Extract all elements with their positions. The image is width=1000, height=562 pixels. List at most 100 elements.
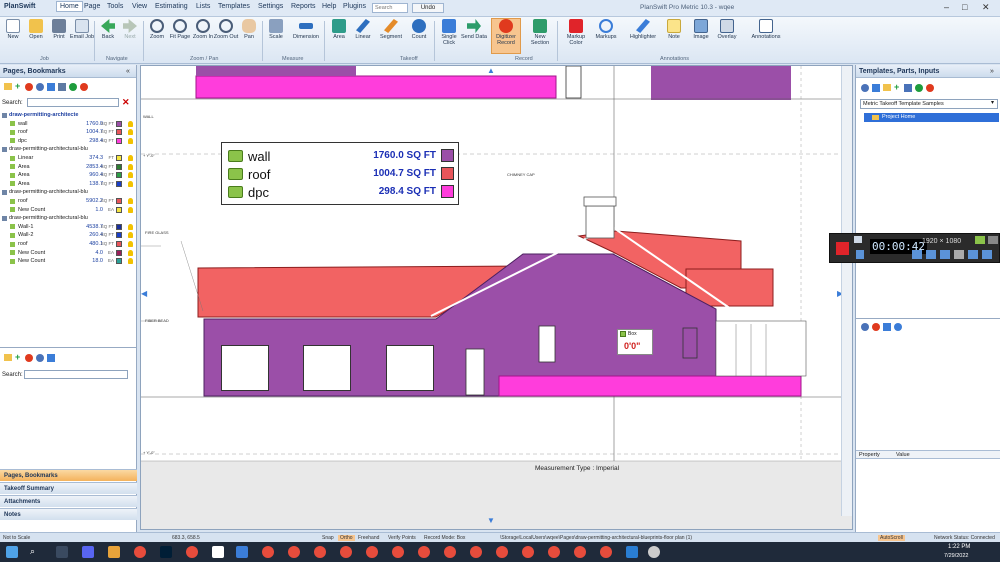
- tab-takeoff-summary[interactable]: Takeoff Summary: [0, 482, 137, 494]
- tab-notes[interactable]: Notes: [0, 508, 137, 520]
- tab-pages-bookmarks[interactable]: Pages, Bookmarks: [0, 469, 137, 481]
- webcam-icon[interactable]: [940, 250, 950, 259]
- chrome-icon[interactable]: [418, 546, 430, 558]
- close-icon[interactable]: ✕: [982, 2, 990, 13]
- add-circle-icon[interactable]: [915, 84, 923, 92]
- markups-button[interactable]: Markups: [593, 19, 619, 40]
- fullscreen-icon[interactable]: [975, 236, 985, 244]
- visibility-bulb-icon[interactable]: [128, 241, 133, 247]
- menu-plugins[interactable]: Plugins: [343, 3, 366, 10]
- color-swatch[interactable]: [116, 137, 122, 144]
- color-swatch[interactable]: [116, 223, 122, 230]
- single-click-button[interactable]: Single Click: [436, 19, 462, 46]
- gear-icon[interactable]: [861, 84, 869, 92]
- scale-button[interactable]: Scale: [263, 19, 289, 40]
- planswift-taskbar-icon[interactable]: [626, 546, 638, 558]
- send-data-button[interactable]: Send Data: [461, 19, 487, 40]
- color-swatch[interactable]: [116, 198, 122, 204]
- visibility-bulb-icon[interactable]: [128, 120, 133, 127]
- chrome-icon[interactable]: [392, 546, 404, 558]
- menu-help[interactable]: Help: [322, 3, 336, 10]
- chrome-icon[interactable]: [288, 546, 300, 558]
- chrome-icon[interactable]: [186, 546, 198, 558]
- menu-templates[interactable]: Templates: [218, 3, 250, 10]
- visibility-bulb-icon[interactable]: [128, 206, 133, 213]
- count-box[interactable]: Box 0'0": [617, 329, 653, 355]
- refresh-icon[interactable]: [872, 84, 880, 92]
- tree-item[interactable]: Wall-2 260.4 SQ FT: [0, 231, 136, 240]
- highlighter-button[interactable]: Highlighter: [626, 19, 660, 40]
- drawing-canvas[interactable]: wall 1760.0 SQ FT roof 1004.7 SQ FT dpc …: [140, 65, 853, 530]
- chrome-icon[interactable]: [522, 546, 534, 558]
- tree-item[interactable]: wall 1760.0 SQ FT: [0, 120, 136, 129]
- settings-icon[interactable]: [988, 236, 998, 244]
- remove-circle-icon[interactable]: [926, 84, 934, 92]
- chrome-icon[interactable]: [574, 546, 586, 558]
- visibility-bulb-icon[interactable]: [128, 137, 133, 144]
- area-button[interactable]: Area: [326, 19, 352, 40]
- add-icon[interactable]: +: [15, 352, 20, 362]
- annotations-button[interactable]: Annotations: [748, 19, 784, 40]
- chat-app-icon[interactable]: [82, 546, 94, 558]
- vertical-scrollbar[interactable]: [841, 66, 852, 516]
- minimize-icon[interactable]: –: [944, 2, 949, 12]
- panel-collapse-icon[interactable]: «: [126, 68, 130, 75]
- remove-circle-icon[interactable]: [80, 83, 88, 91]
- screen-recorder-widget[interactable]: 00:00:42 1920 × 1080: [829, 233, 1000, 263]
- tree-page-node[interactable]: draw-permitting-architectural-blu: [0, 188, 136, 197]
- color-swatch[interactable]: [116, 120, 122, 127]
- markup-color-button[interactable]: Markup Color: [563, 19, 589, 46]
- visibility-bulb-icon[interactable]: [128, 258, 133, 265]
- color-swatch[interactable]: [116, 180, 122, 187]
- secondary-search-input[interactable]: [24, 370, 128, 379]
- dimension-button[interactable]: Dimension: [290, 19, 322, 40]
- pan-button[interactable]: Pan: [236, 19, 262, 40]
- app-r-icon[interactable]: [236, 546, 248, 558]
- email-job-button[interactable]: Email Job: [69, 19, 95, 40]
- autocad-icon[interactable]: [212, 546, 224, 558]
- visibility-bulb-icon[interactable]: [128, 172, 133, 179]
- menu-view[interactable]: View: [132, 3, 147, 10]
- scroll-up-arrow[interactable]: ▲: [487, 66, 495, 75]
- visibility-bulb-icon[interactable]: [128, 232, 133, 239]
- color-swatch[interactable]: [116, 258, 122, 265]
- visibility-bulb-icon[interactable]: [128, 249, 133, 256]
- digitizer-record-button[interactable]: Digitizer Record: [491, 18, 521, 54]
- chrome-icon[interactable]: [600, 546, 612, 558]
- properties-icon[interactable]: [36, 354, 44, 362]
- task-view-icon[interactable]: [56, 546, 68, 558]
- cursor-icon[interactable]: [954, 250, 964, 259]
- refresh-icon[interactable]: [894, 323, 902, 331]
- recorder-taskbar-icon[interactable]: [648, 546, 660, 558]
- speaker-icon[interactable]: [912, 250, 922, 259]
- chrome-icon[interactable]: [340, 546, 352, 558]
- tree-item[interactable]: New Count 4.0 EA: [0, 249, 136, 258]
- tree-item[interactable]: roof 480.1 SQ FT: [0, 240, 136, 249]
- panel-collapse-icon[interactable]: »: [990, 68, 994, 75]
- record-icon[interactable]: [836, 242, 849, 255]
- tree-item[interactable]: Area 2853.4 SQ FT: [0, 163, 136, 172]
- template-dropdown[interactable]: Metric Takeoff Template Samples: [860, 99, 998, 109]
- tree-item-project-home[interactable]: Project Home: [864, 113, 999, 122]
- menu-settings[interactable]: Settings: [258, 3, 283, 10]
- camera-icon[interactable]: [854, 236, 862, 243]
- tree-item[interactable]: Linear 374.3 FT: [0, 154, 136, 163]
- note-button[interactable]: Note: [661, 19, 687, 40]
- folder-icon[interactable]: [4, 83, 12, 90]
- autoscroll-toggle[interactable]: AutoScroll: [878, 535, 905, 541]
- clear-search-icon[interactable]: ✕: [122, 97, 130, 108]
- chrome-icon[interactable]: [470, 546, 482, 558]
- linear-button[interactable]: Linear: [350, 19, 376, 40]
- folder-icon[interactable]: [883, 84, 891, 91]
- visibility-bulb-icon[interactable]: [128, 163, 133, 170]
- add-circle-icon[interactable]: [69, 83, 77, 91]
- menu-tools[interactable]: Tools: [107, 3, 123, 10]
- search-box[interactable]: Search: [372, 3, 408, 13]
- verify-points-toggle[interactable]: Verify Points: [388, 535, 416, 541]
- app-menu-button[interactable]: PlanSwift: [4, 3, 36, 10]
- file-explorer-icon[interactable]: [108, 546, 120, 558]
- record-mode[interactable]: Record Mode: Box: [424, 535, 465, 541]
- color-swatch[interactable]: [116, 155, 122, 161]
- visibility-bulb-icon[interactable]: [128, 180, 133, 187]
- pause-icon[interactable]: [856, 250, 864, 259]
